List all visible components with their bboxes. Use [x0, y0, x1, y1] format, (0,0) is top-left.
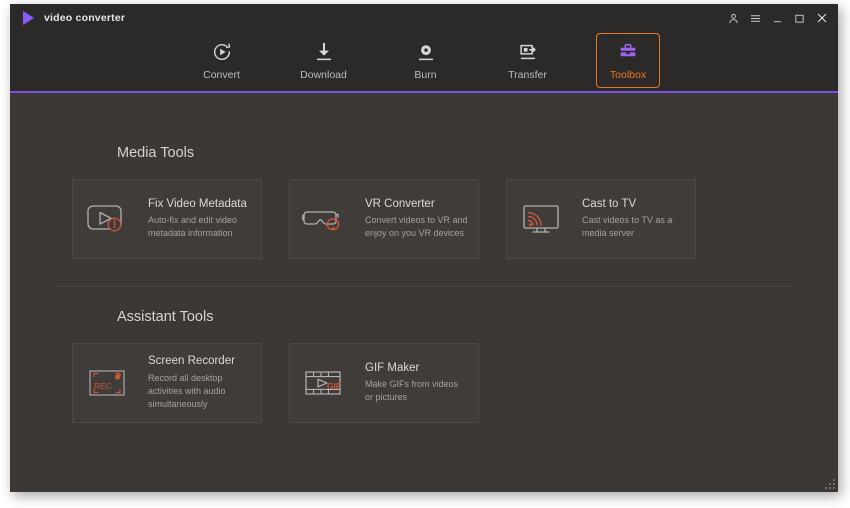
svg-text:REC: REC: [94, 381, 112, 391]
card-screen-recorder[interactable]: REC Screen Recorder Record all desktop a…: [72, 343, 262, 423]
content-area: Media Tools Fix Video Metadata Auto-fix …: [10, 93, 838, 492]
card-fix-video-metadata[interactable]: Fix Video Metadata Auto-fix and edit vid…: [72, 179, 262, 259]
card-title: Fix Video Metadata: [148, 197, 247, 210]
application-window: video converter Convert Download Burn Tr…: [10, 4, 838, 492]
toolbox-icon: [617, 40, 639, 64]
card-title: Cast to TV: [582, 197, 637, 210]
menu-icon[interactable]: [749, 12, 762, 25]
tv-cast-icon: [516, 196, 572, 242]
vr-headset-icon: [299, 196, 355, 242]
card-description: Record all desktop activities with audio…: [148, 372, 226, 409]
section-title-media-tools: Media Tools: [117, 145, 195, 161]
card-cast-to-tv[interactable]: Cast to TV Cast videos to TV as a media …: [506, 179, 696, 259]
tab-burn-label: Burn: [414, 69, 437, 81]
download-arrow-icon: [313, 40, 335, 64]
transfer-device-icon: [517, 40, 539, 64]
tab-transfer[interactable]: Transfer: [494, 33, 561, 88]
card-title: Screen Recorder: [148, 355, 235, 368]
card-gif-maker[interactable]: GIF GIF Maker Make GIFs from videos or p…: [289, 343, 479, 423]
window-controls: [727, 12, 832, 25]
burn-disc-icon: [415, 40, 437, 64]
card-title: GIF Maker: [365, 361, 420, 374]
media-tools-card-row: Fix Video Metadata Auto-fix and edit vid…: [10, 179, 838, 259]
main-navigation: Convert Download Burn Transfer Toolbox: [10, 32, 838, 91]
tab-convert-label: Convert: [203, 69, 240, 81]
title-bar: video converter: [10, 4, 838, 32]
section-media-tools: Media Tools: [10, 145, 838, 161]
assistant-tools-card-row: REC Screen Recorder Record all desktop a…: [10, 343, 838, 423]
tab-transfer-label: Transfer: [508, 69, 547, 81]
resize-grip[interactable]: [824, 478, 835, 489]
card-description: Make GIFs from videos or pictures: [365, 379, 459, 403]
section-title-assistant-tools: Assistant Tools: [117, 309, 214, 325]
tab-convert[interactable]: Convert: [188, 33, 255, 88]
screen-recorder-icon: REC: [82, 360, 138, 406]
tab-toolbox[interactable]: Toolbox: [596, 33, 660, 88]
card-description: Convert videos to VR and enjoy on you VR…: [365, 215, 468, 239]
maximize-icon[interactable]: [793, 12, 806, 25]
tab-toolbox-label: Toolbox: [609, 69, 647, 81]
card-description: Auto-fix and edit video metadata informa…: [148, 215, 238, 239]
account-icon[interactable]: [727, 12, 740, 25]
video-frame-info-icon: [82, 196, 138, 242]
convert-circular-arrow-play-icon: [211, 40, 233, 64]
tab-download-label: Download: [300, 69, 347, 81]
app-title: video converter: [44, 12, 126, 24]
tab-download[interactable]: Download: [290, 33, 357, 88]
section-assistant-tools: Assistant Tools: [10, 309, 838, 325]
tab-burn[interactable]: Burn: [392, 33, 459, 88]
play-triangle-logo-icon: [20, 10, 36, 26]
gif-film-icon: GIF: [299, 360, 355, 406]
svg-text:GIF: GIF: [327, 381, 341, 391]
card-vr-converter[interactable]: VR Converter Convert videos to VR and en…: [289, 179, 479, 259]
minimize-icon[interactable]: [771, 12, 784, 25]
section-divider: [55, 286, 793, 287]
card-title: VR Converter: [365, 197, 435, 210]
close-icon[interactable]: [815, 12, 828, 25]
card-description: Cast videos to TV as a media server: [582, 215, 673, 239]
